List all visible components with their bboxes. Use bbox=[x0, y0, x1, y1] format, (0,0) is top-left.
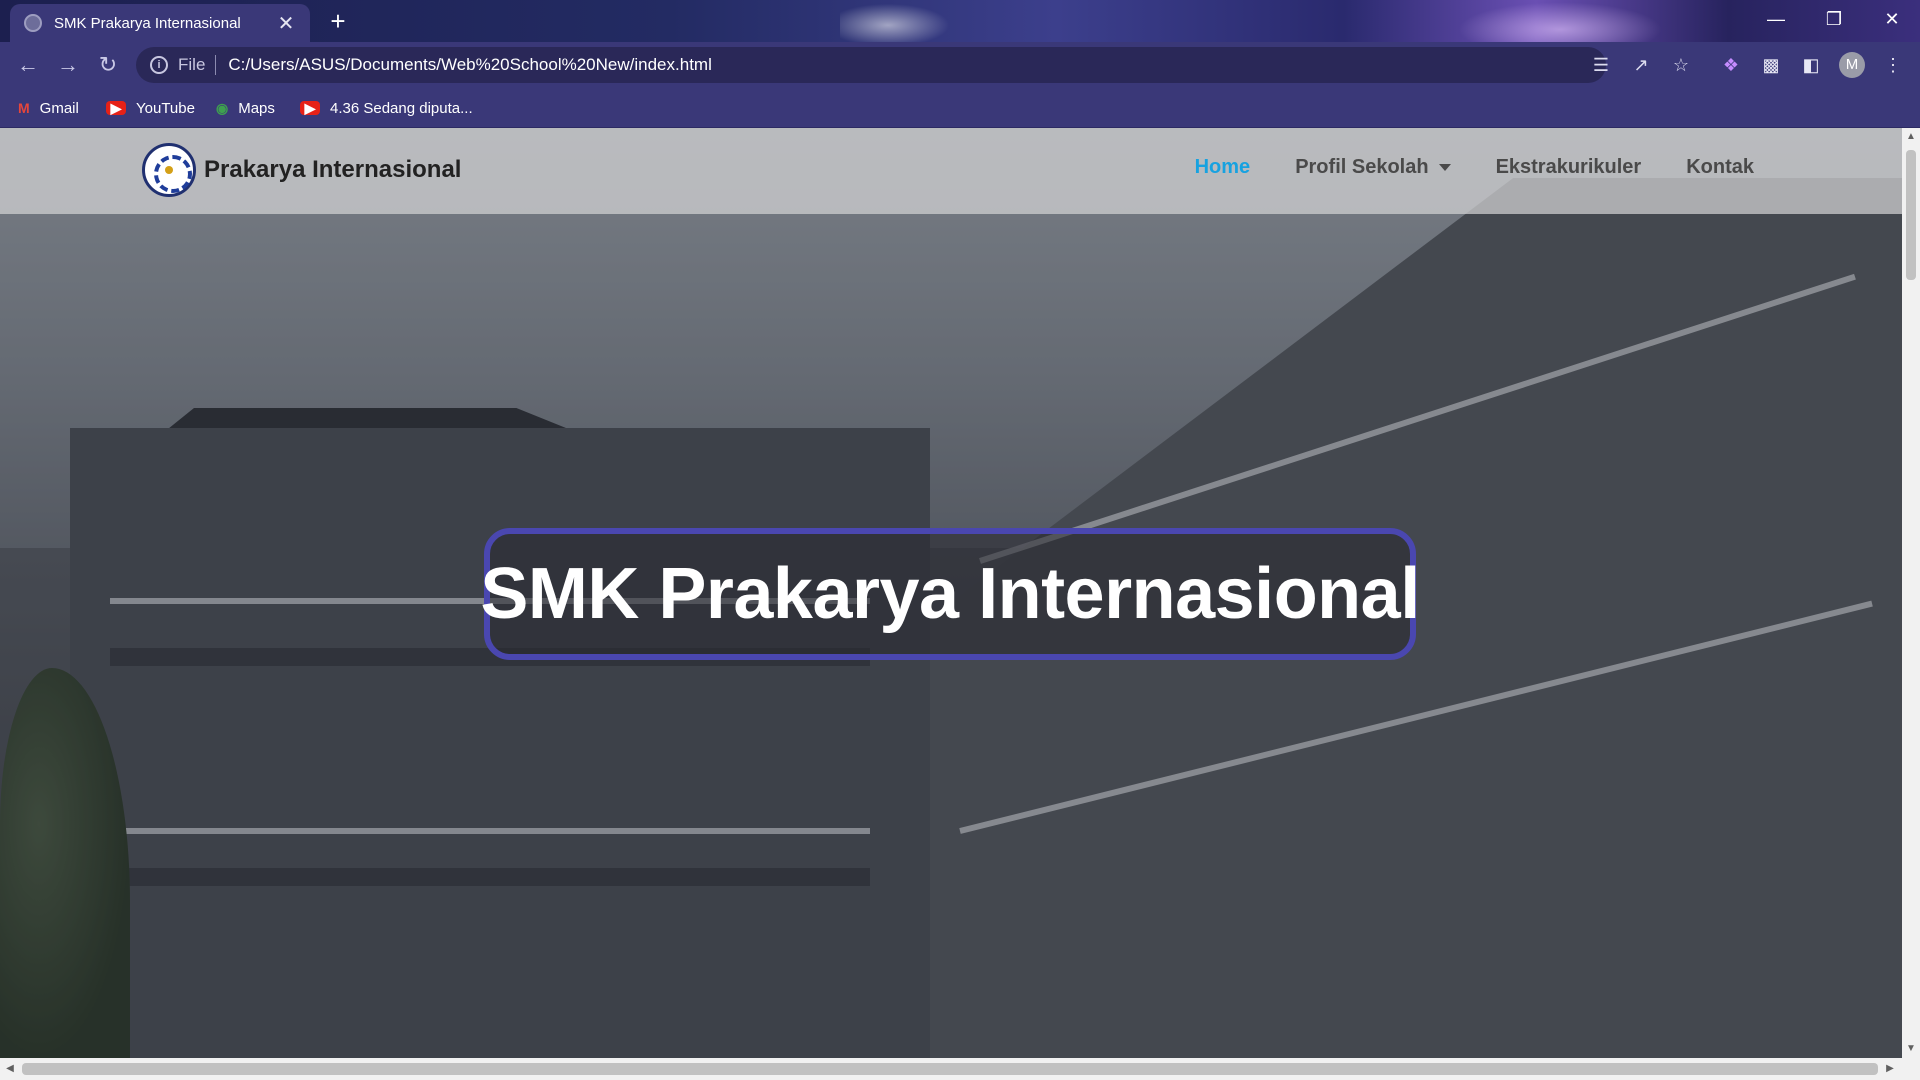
theme-decoration bbox=[1450, 0, 1670, 42]
restore-icon[interactable]: ❐ bbox=[1808, 0, 1860, 38]
brand-name: Prakarya Internasional bbox=[204, 156, 462, 183]
hero-title: SMK Prakarya Internasional bbox=[480, 554, 1420, 634]
nav-home[interactable]: Home bbox=[1195, 156, 1251, 179]
share-icon[interactable]: ↗ bbox=[1628, 52, 1654, 78]
bookmark-label: Gmail bbox=[39, 99, 79, 117]
close-window-icon[interactable]: ✕ bbox=[1866, 0, 1918, 38]
nav-profil-sekolah[interactable]: Profil Sekolah bbox=[1295, 156, 1451, 179]
info-icon[interactable]: i bbox=[150, 56, 168, 74]
caret-down-icon bbox=[1438, 164, 1451, 172]
minimize-icon[interactable]: — bbox=[1750, 0, 1802, 38]
nav-label: Profil Sekolah bbox=[1295, 156, 1429, 178]
extension-icon[interactable]: ❖ bbox=[1716, 50, 1746, 80]
school-logo-icon bbox=[142, 143, 196, 197]
close-tab-icon[interactable]: ✕ bbox=[276, 11, 296, 36]
site-navbar: Prakarya Internasional Home Profil Sekol… bbox=[0, 128, 1902, 214]
back-icon[interactable]: ← bbox=[14, 51, 42, 79]
site-brand[interactable]: Prakarya Internasional bbox=[142, 142, 461, 198]
bookmark-label: YouTube bbox=[136, 99, 195, 117]
scroll-left-icon[interactable]: ◀ bbox=[0, 1058, 20, 1080]
menu-kebab-icon[interactable]: ⋮ bbox=[1878, 50, 1908, 80]
translate-icon[interactable]: ☰ bbox=[1588, 52, 1614, 78]
tab-title: SMK Prakarya Internasional bbox=[54, 14, 241, 32]
address-scheme: File bbox=[178, 55, 206, 74]
bookmark-gmail[interactable]: M Gmail bbox=[18, 96, 79, 120]
vertical-scrollbar[interactable]: ▲ ▼ bbox=[1902, 128, 1920, 1058]
bookmark-youtube-video[interactable]: ▶ 4.36 Sedang diputa... bbox=[300, 96, 473, 120]
hero-title-box: SMK Prakarya Internasional bbox=[480, 528, 1420, 660]
globe-icon bbox=[24, 14, 42, 32]
bookmark-label: 4.36 Sedang diputa... bbox=[330, 99, 473, 117]
reload-icon[interactable]: ↻ bbox=[94, 51, 122, 79]
scroll-down-icon[interactable]: ▼ bbox=[1902, 1040, 1920, 1058]
scrollbar-thumb[interactable] bbox=[1906, 150, 1916, 280]
bookmark-youtube[interactable]: ▶ YouTube bbox=[106, 96, 195, 120]
scrollbar-thumb[interactable] bbox=[22, 1063, 1878, 1075]
browser-toolbar: ← → ↻ i File C:/Users/ASUS/Documents/Web… bbox=[0, 42, 1920, 88]
youtube-icon: ▶ bbox=[300, 101, 320, 115]
maps-icon: ◉ bbox=[216, 99, 229, 116]
youtube-icon: ▶ bbox=[106, 101, 126, 115]
side-panel-icon[interactable]: ◧ bbox=[1796, 50, 1826, 80]
bookmark-star-icon[interactable]: ☆ bbox=[1668, 52, 1694, 78]
browser-titlebar: SMK Prakarya Internasional ✕ + — ❐ ✕ bbox=[0, 0, 1920, 42]
forward-icon[interactable]: → bbox=[54, 51, 82, 79]
new-tab-button[interactable]: + bbox=[322, 6, 354, 36]
horizontal-scrollbar[interactable]: ◀ ▶ bbox=[0, 1058, 1920, 1080]
nav-links: Home Profil Sekolah Ekstrakurikuler Kont… bbox=[1150, 156, 1754, 179]
gmail-icon: M bbox=[18, 100, 30, 116]
bookmarks-bar: M Gmail ▶ YouTube ◉ Maps ▶ 4.36 Sedang d… bbox=[0, 88, 1920, 128]
browser-tab[interactable]: SMK Prakarya Internasional ✕ bbox=[10, 4, 310, 42]
scroll-up-icon[interactable]: ▲ bbox=[1902, 128, 1920, 146]
scroll-right-icon[interactable]: ▶ bbox=[1880, 1058, 1900, 1080]
theme-decoration bbox=[840, 0, 960, 42]
address-url[interactable]: C:/Users/ASUS/Documents/Web%20School%20N… bbox=[228, 55, 711, 75]
bookmark-label: Maps bbox=[238, 99, 275, 117]
profile-avatar[interactable]: M bbox=[1839, 52, 1865, 78]
address-bar[interactable]: i File C:/Users/ASUS/Documents/Web%20Sch… bbox=[136, 47, 1606, 83]
bookmark-maps[interactable]: ◉ Maps bbox=[216, 96, 275, 120]
page-viewport: Prakarya Internasional Home Profil Sekol… bbox=[0, 128, 1902, 1058]
puzzle-icon[interactable]: ▩ bbox=[1756, 50, 1786, 80]
nav-kontak[interactable]: Kontak bbox=[1686, 156, 1754, 179]
address-divider bbox=[215, 55, 217, 75]
nav-ekstrakurikuler[interactable]: Ekstrakurikuler bbox=[1496, 156, 1642, 179]
